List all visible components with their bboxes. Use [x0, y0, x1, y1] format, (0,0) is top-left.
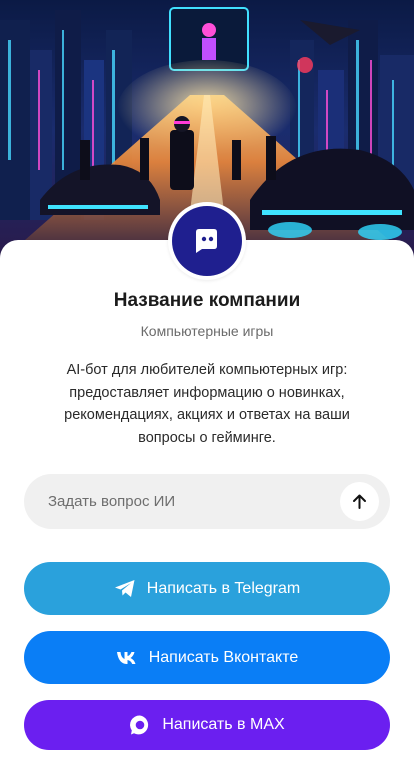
company-description: AI-бот для любителей компьютерных игр: п…	[64, 362, 350, 446]
chat-bot-icon	[196, 229, 217, 253]
bot-avatar	[168, 202, 246, 280]
ask-ai-input[interactable]	[48, 474, 348, 529]
avatar-badge	[172, 206, 242, 276]
arrow-up-icon	[353, 494, 366, 509]
ask-ai-field	[24, 474, 390, 529]
company-category: Компьютерные игры	[140, 323, 274, 339]
write-telegram-label: Написать в Telegram	[146, 579, 301, 597]
write-vk-button[interactable]: Написать Вконтакте	[24, 631, 390, 684]
max-icon	[129, 714, 151, 736]
write-max-button[interactable]: Написать в MAX	[24, 700, 390, 750]
write-telegram-button[interactable]: Написать в Telegram	[24, 562, 390, 615]
chat-widget-page: Название компании Компьютерные игры AI-б…	[0, 0, 414, 770]
telegram-icon	[114, 579, 136, 598]
write-max-label: Написать в MAX	[162, 716, 285, 733]
company-name: Название компании	[113, 290, 301, 311]
write-vk-label: Написать Вконтакте	[148, 648, 299, 666]
vk-icon	[116, 651, 138, 665]
send-question-button[interactable]	[340, 482, 379, 521]
